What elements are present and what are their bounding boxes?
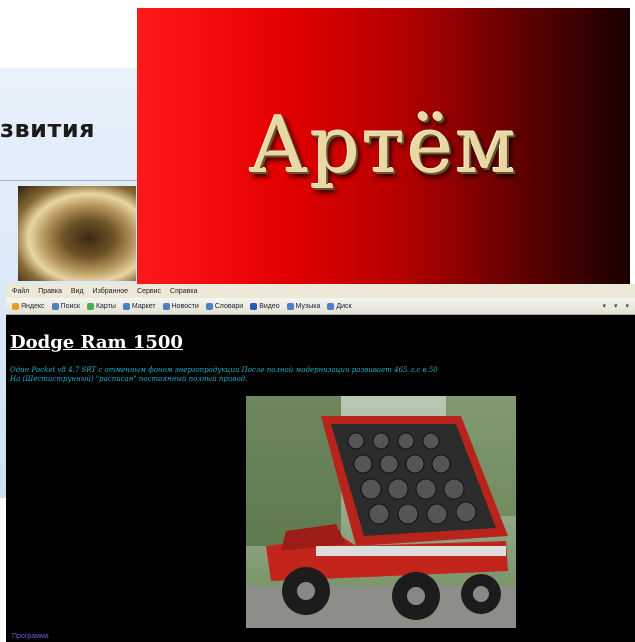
news-icon: [162, 302, 170, 310]
menu-favorites[interactable]: Избранное: [93, 288, 128, 295]
page-heading: Dodge Ram 1500: [10, 332, 183, 353]
market-icon: [122, 302, 130, 310]
title-card: Артём: [137, 8, 630, 284]
print-icon[interactable]: ▾: [625, 302, 629, 310]
tools-menu-icon[interactable]: ▾: [614, 302, 618, 310]
music-icon: [286, 302, 294, 310]
map-icon: [86, 302, 94, 310]
menu-file[interactable]: Файл: [12, 288, 29, 295]
video-icon: [250, 302, 258, 310]
toolbar-link-maps[interactable]: Карты: [86, 302, 116, 310]
slide-divider: [0, 180, 140, 181]
title-card-name: Артём: [249, 101, 518, 191]
browser-menubar: Файл Правка Вид Избранное Сервис Справка: [6, 284, 635, 298]
page-description-line1: Один Pocket v8 4.7 SRT с отменным фоном …: [10, 366, 438, 374]
slide-title: звития: [0, 115, 96, 143]
toolbar-link-news[interactable]: Новости: [162, 302, 199, 310]
slide-photo: [18, 186, 136, 281]
toolbar-link-disk[interactable]: Диск: [327, 302, 352, 310]
toolbar-link-search[interactable]: Поиск: [51, 302, 80, 310]
page-description: Один Pocket v8 4.7 SRT с отменным фоном …: [10, 366, 630, 384]
truck-photo-drawing: [246, 396, 516, 628]
toolbar-link-music[interactable]: Музыка: [286, 302, 320, 310]
page-menu-icon[interactable]: ▾: [602, 302, 606, 310]
browser-window: Файл Правка Вид Избранное Сервис Справка…: [6, 284, 635, 642]
bottom-link[interactable]: Программа: [12, 633, 49, 640]
browser-toolbar: Яндекс Поиск Карты Маркет Новости Словар…: [6, 298, 635, 315]
menu-view[interactable]: Вид: [71, 288, 84, 295]
toolbar-link-dictionaries[interactable]: Словари: [205, 302, 243, 310]
menu-edit[interactable]: Правка: [38, 288, 62, 295]
menu-tools[interactable]: Сервис: [137, 288, 161, 295]
truck-photo: [246, 396, 516, 628]
page-description-line2: На (Шестиструнный) "расписан" постоянный…: [10, 375, 248, 383]
menu-help[interactable]: Справка: [170, 288, 197, 295]
yandex-icon: [12, 302, 19, 310]
search-icon: [51, 302, 59, 310]
toolbar-right-controls: ▾ ▾ ▾: [602, 302, 635, 310]
toolbar-link-video[interactable]: Видео: [250, 302, 280, 310]
toolbar-link-market[interactable]: Маркет: [122, 302, 156, 310]
toolbar-link-yandex[interactable]: Яндекс: [12, 302, 45, 310]
dictionary-icon: [205, 302, 213, 310]
disk-icon: [327, 302, 335, 310]
